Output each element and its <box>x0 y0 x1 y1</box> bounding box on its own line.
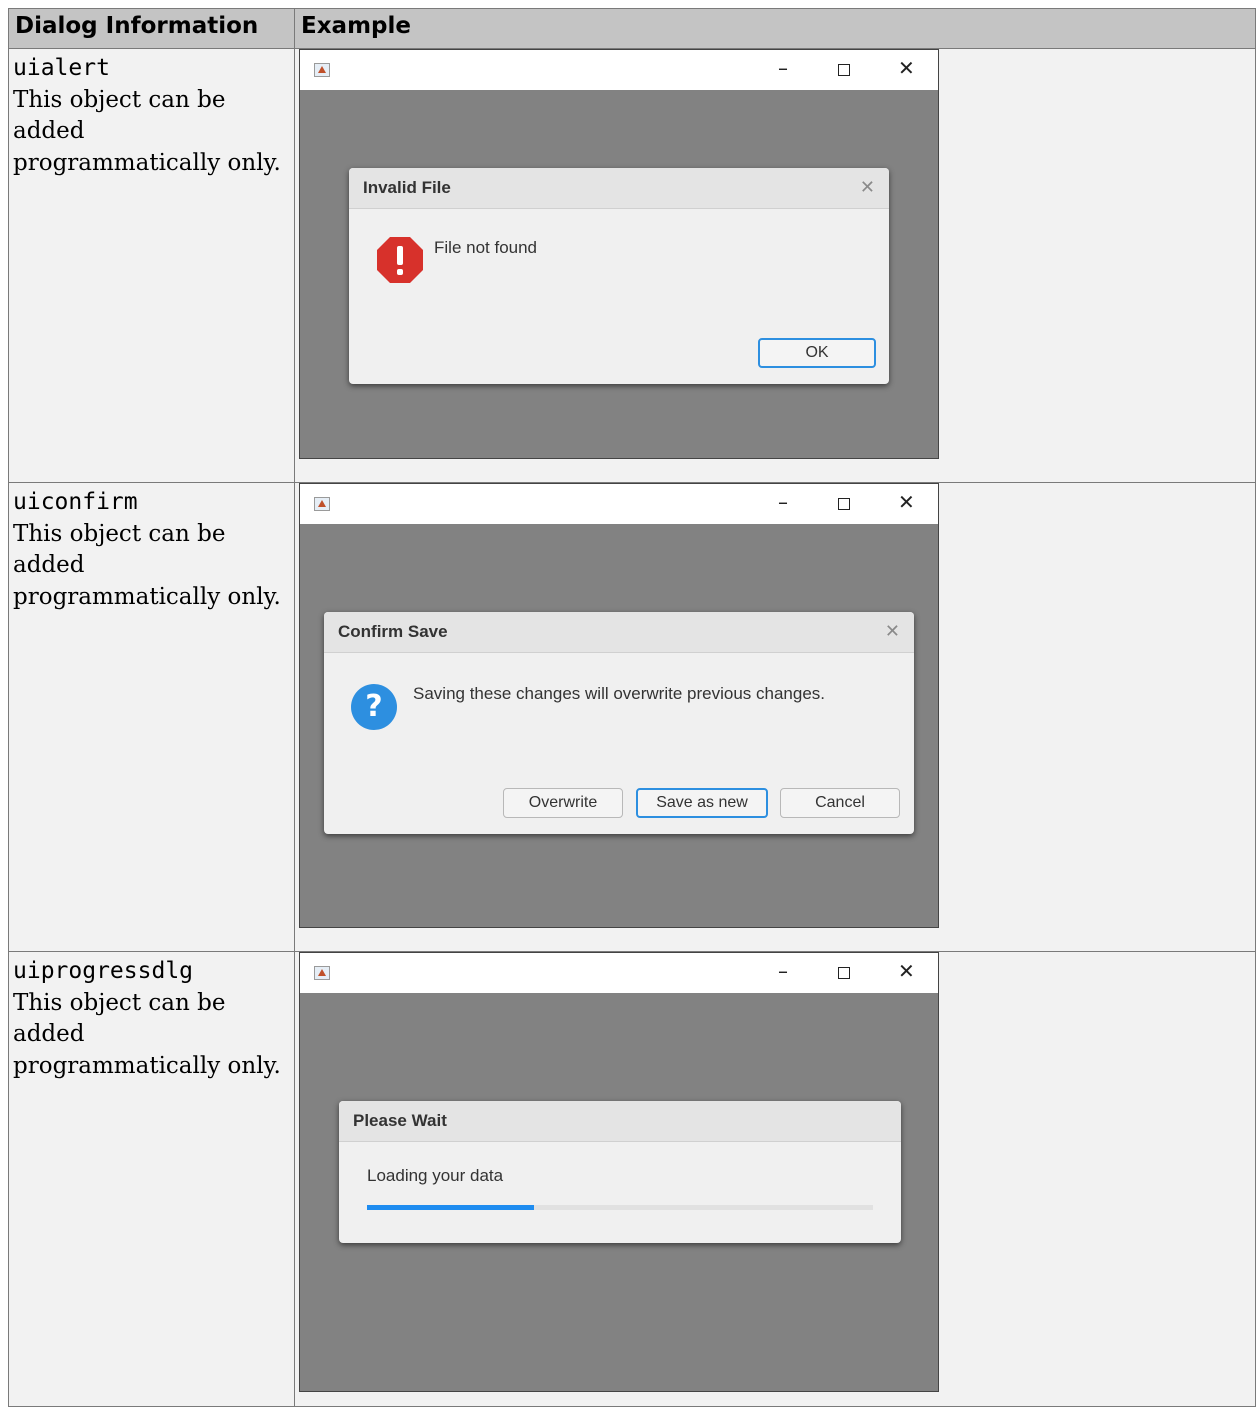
alert-dialog: Invalid File ✕ File not found OK <box>349 168 889 384</box>
table-row: uiconfirm This object can be added progr… <box>8 482 1256 952</box>
window-titlebar: – ✕ <box>300 484 938 524</box>
confirm-dialog: Confirm Save ✕ ? Saving these changes wi… <box>324 612 914 834</box>
dialog-message: Saving these changes will overwrite prev… <box>413 684 826 703</box>
overwrite-button[interactable]: Overwrite <box>503 788 623 818</box>
dialog-header: Confirm Save ✕ <box>324 612 914 653</box>
close-icon[interactable]: ✕ <box>898 490 915 514</box>
ok-button[interactable]: OK <box>758 338 876 368</box>
header-dialog-information: Dialog Information <box>8 8 295 49</box>
cancel-button[interactable]: Cancel <box>780 788 900 818</box>
error-icon <box>377 237 423 283</box>
matlab-icon <box>314 63 330 77</box>
info-cell: uiprogressdlg This object can be added p… <box>8 951 295 1407</box>
matlab-icon <box>314 497 330 511</box>
dialog-title: Confirm Save <box>338 622 448 641</box>
progress-bar-fill <box>367 1205 534 1210</box>
function-description: This object can be added programmaticall… <box>13 86 281 176</box>
table-row: uialert This object can be added program… <box>8 48 1256 483</box>
figure-canvas: Please Wait Loading your data <box>300 993 938 1391</box>
window-titlebar: – ✕ <box>300 50 938 90</box>
figure-canvas: Invalid File ✕ File not found OK <box>300 90 938 458</box>
dialog-header: Invalid File ✕ <box>349 168 889 209</box>
maximize-icon[interactable] <box>838 967 850 979</box>
dialog-message: File not found <box>434 238 538 257</box>
dialog-close-icon[interactable]: ✕ <box>860 177 875 198</box>
dialog-header: Please Wait <box>339 1101 901 1142</box>
app-window: – ✕ Please Wait Loading your data <box>299 952 939 1392</box>
function-name: uiprogressdlg <box>13 958 194 984</box>
info-cell: uialert This object can be added program… <box>8 48 295 483</box>
question-icon: ? <box>351 684 397 730</box>
minimize-icon[interactable]: – <box>778 959 788 983</box>
minimize-icon[interactable]: – <box>778 490 788 514</box>
header-example: Example <box>294 8 1256 49</box>
function-name: uiconfirm <box>13 489 138 515</box>
figure-canvas: Confirm Save ✕ ? Saving these changes wi… <box>300 524 938 927</box>
example-cell: – ✕ Invalid File ✕ File not found OK <box>294 48 1256 483</box>
info-cell: uiconfirm This object can be added progr… <box>8 482 295 952</box>
function-description: This object can be added programmaticall… <box>13 989 281 1079</box>
dialog-message: Loading your data <box>367 1166 504 1185</box>
close-icon[interactable]: ✕ <box>898 56 915 80</box>
table-row: uiprogressdlg This object can be added p… <box>8 951 1256 1407</box>
maximize-icon[interactable] <box>838 64 850 76</box>
progress-dialog: Please Wait Loading your data <box>339 1101 901 1243</box>
window-titlebar: – ✕ <box>300 953 938 993</box>
function-name: uialert <box>13 55 110 81</box>
dialog-info-table: Dialog Information Example uialert This … <box>8 8 1256 1407</box>
dialog-title: Invalid File <box>363 178 451 197</box>
matlab-icon <box>314 966 330 980</box>
maximize-icon[interactable] <box>838 498 850 510</box>
app-window: – ✕ Confirm Save ✕ ? Saving these change… <box>299 483 939 928</box>
dialog-close-icon[interactable]: ✕ <box>885 621 900 642</box>
minimize-icon[interactable]: – <box>778 56 788 80</box>
progress-bar <box>367 1205 873 1210</box>
close-icon[interactable]: ✕ <box>898 959 915 983</box>
app-window: – ✕ Invalid File ✕ File not found OK <box>299 49 939 459</box>
save-as-new-button[interactable]: Save as new <box>636 788 768 818</box>
example-cell: – ✕ Confirm Save ✕ ? Saving these change… <box>294 482 1256 952</box>
dialog-title: Please Wait <box>353 1111 447 1130</box>
function-description: This object can be added programmaticall… <box>13 520 281 610</box>
example-cell: – ✕ Please Wait Loading your data <box>294 951 1256 1407</box>
